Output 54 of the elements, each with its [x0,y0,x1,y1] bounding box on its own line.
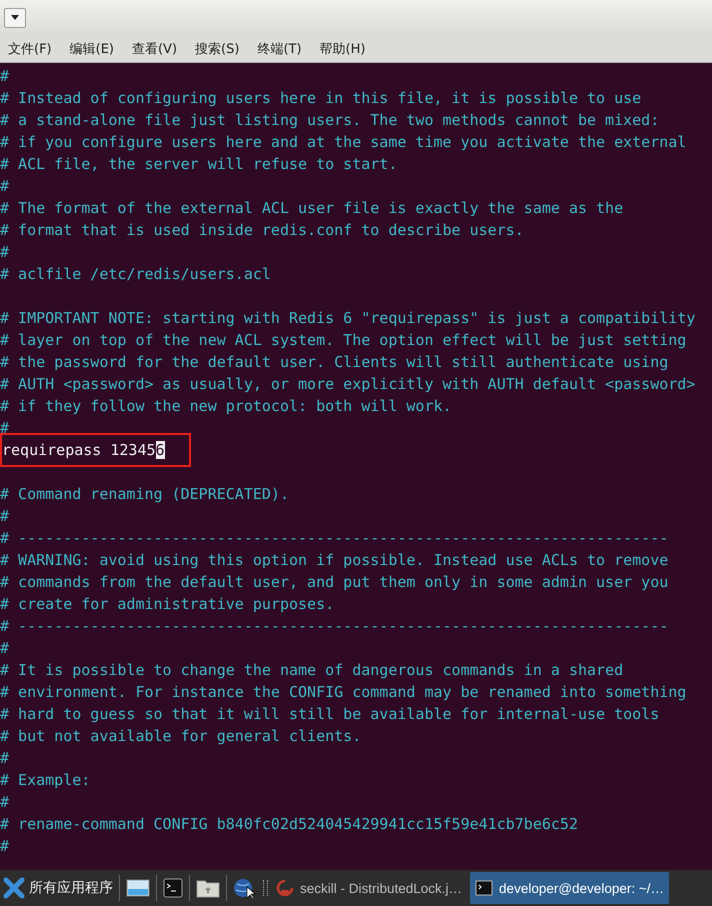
terminal-line: # aclfile /etc/redis/users.acl [0,265,271,283]
terminal-line: # hard to guess so that it will still be available for internal-use tools [0,705,660,723]
terminal-line: # [0,749,10,767]
grip-icon [263,880,268,896]
menu-item[interactable]: 搜索(S) [195,40,240,58]
terminal-line: # Command renaming (DEPRECATED). [0,485,289,503]
terminal-line: # layer on top of the new ACL system. The option effect will be just setting [0,331,686,349]
terminal-line: # ACL file, the server will refuse to start. [0,155,398,173]
menu-item[interactable]: 终端(T) [257,40,302,58]
desktop-icon[interactable] [126,877,150,899]
caret-icon [11,15,19,20]
terminal-line: requirepass 12345 [2,441,156,459]
terminal-icon[interactable] [163,878,183,898]
globe-icon[interactable] [233,877,257,899]
terminal-line: # but not available for general clients. [0,727,362,745]
terminal-line: # commands from the default user, and put them only in some admin user you [0,573,668,591]
terminal-line: # IMPORTANT NOTE: starting with Redis 6 "requirepass" is just a compatibility [0,309,696,327]
terminal-line: # if you configure users here and at the same time you activate the external [0,133,686,151]
terminal-line: # [0,507,10,525]
menu-item[interactable]: 帮助(H) [320,40,366,58]
terminal-line: # environment. For instance the CONFIG command may be renamed into something [0,683,686,701]
terminal-line: # The format of the external ACL user file is exactly the same as the [0,199,624,217]
terminal-line: # [0,793,10,811]
terminal-line: # [0,243,10,261]
terminal-line: # It is possible to change the name of dangerous commands in a shared [0,661,624,679]
menu-item[interactable]: 文件(F) [8,40,52,58]
menu-item[interactable]: 查看(V) [132,40,178,58]
terminal-line: # Example: [0,771,90,789]
menu-item[interactable]: 编辑(E) [70,40,114,58]
terminal-line: # [0,177,10,195]
cursor: 6 [156,441,165,459]
start-button[interactable]: 所有应用程序 [0,877,116,899]
terminal-line: # ------------------------------------------------------------------------ [0,617,668,635]
taskbar-task[interactable]: seckill - DistributedLock.j… [271,872,468,904]
terminal-line: # format that is used inside redis.conf to describe users. [0,221,524,239]
terminal-line: # WARNING: avoid using this option if possible. Instead use ACLs to remove [0,551,668,569]
dropdown-button[interactable] [4,8,26,28]
terminal-line: # ------------------------------------------------------------------------ [0,529,668,547]
x-logo-icon [3,877,25,899]
taskbar-task[interactable]: developer@developer: ~/… [470,872,669,904]
terminal-line: # [0,639,10,657]
terminal-line: # a stand-alone file just listing users. The two methods cannot be mixed: [0,111,660,129]
terminal-line: # [0,67,10,85]
terminal-line: # Instead of configuring users here in this file, it is possible to use [0,89,642,107]
terminal-line: # AUTH <password> as usually, or more explicitly with AUTH default <password> [0,375,696,393]
terminal-line: # [0,837,10,855]
cup-icon [276,879,294,897]
folder-icon[interactable] [196,878,220,898]
terminal-line: # rename-command CONFIG b840fc02d524045429941cc15f59e41cb7be6c52 [0,815,578,833]
terminal-line: # [0,419,10,437]
terminal-icon [475,879,494,897]
terminal-line: # create for administrative purposes. [0,595,334,613]
terminal-line: # if they follow the new protocol: both will work. [0,397,452,415]
terminal-line: # the password for the default user. Clients will still authenticate using [0,353,668,371]
